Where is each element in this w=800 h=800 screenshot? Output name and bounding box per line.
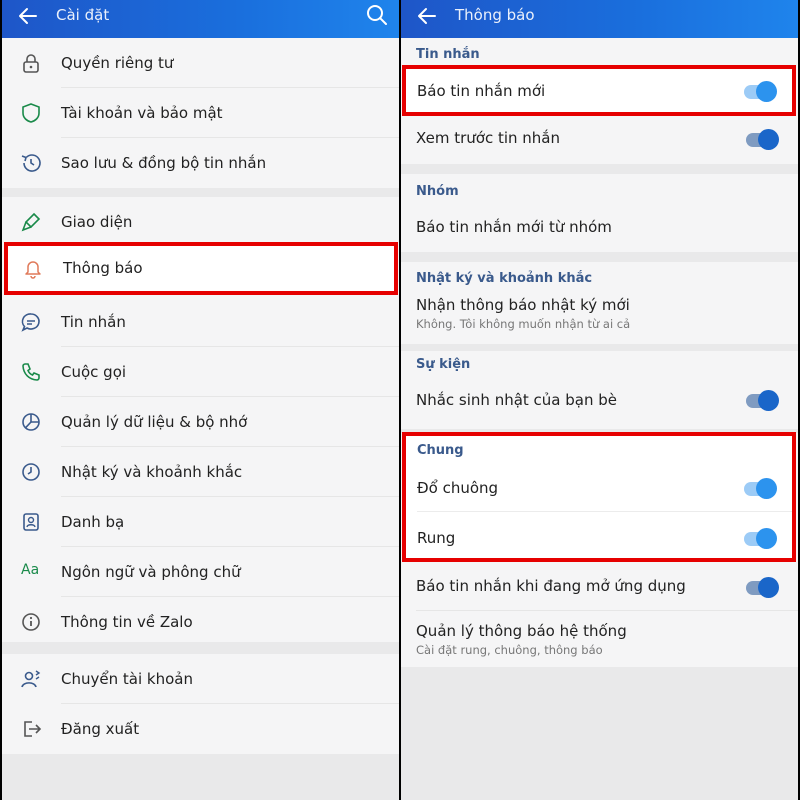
app-bar: Thông báo — [401, 0, 798, 38]
shield-icon — [22, 103, 40, 123]
settings-screen: Cài đặt Quyền riêng tư Tài khoản và bảo … — [2, 0, 399, 800]
setting-label: Báo tin nhắn mới — [417, 82, 546, 100]
setting-diary-notifications[interactable]: Nhận thông báo nhật ký mới Không. Tôi kh… — [401, 290, 798, 342]
settings-item-switch-account[interactable]: Chuyển tài khoản — [2, 654, 399, 704]
settings-item-label: Thông tin về Zalo — [61, 613, 193, 631]
setting-in-app-notify[interactable]: Báo tin nhắn khi đang mở ứng dụng — [401, 563, 798, 611]
setting-label: Rung — [417, 529, 456, 547]
search-icon[interactable] — [365, 2, 389, 28]
phone-icon — [22, 363, 40, 381]
settings-item-label: Đăng xuất — [61, 720, 140, 738]
page-title: Thông báo — [455, 6, 535, 24]
setting-sublabel: Không. Tôi không muốn nhận từ ai cả — [416, 317, 631, 331]
logout-icon — [24, 721, 42, 737]
pie-chart-icon — [22, 413, 40, 431]
history-icon — [21, 154, 41, 172]
paintbrush-icon — [21, 212, 41, 232]
settings-group-session: Chuyển tài khoản Đăng xuất — [2, 654, 399, 754]
section-header: Nhóm — [416, 184, 459, 199]
section-diary: Nhật ký và khoảnh khắc Nhận thông báo nh… — [401, 262, 798, 344]
vibrate-toggle[interactable] — [742, 527, 778, 549]
new-message-toggle[interactable] — [742, 80, 778, 102]
ring-toggle[interactable] — [742, 477, 778, 499]
section-header: Nhật ký và khoảnh khắc — [416, 271, 593, 286]
setting-label: Xem trước tin nhắn — [416, 129, 560, 147]
in-app-toggle[interactable] — [744, 576, 780, 598]
setting-new-message[interactable]: Báo tin nhắn mới — [402, 65, 796, 116]
settings-item-label: Cuộc gọi — [61, 363, 127, 381]
setting-sublabel: Cài đặt rung, chuông, thông báo — [416, 643, 603, 657]
settings-item-diary[interactable]: Nhật ký và khoảnh khắc — [2, 447, 399, 497]
section-header: Sự kiện — [416, 357, 471, 372]
general-highlight-box: Chung Đổ chuông Rung — [402, 432, 796, 562]
settings-item-label: Danh bạ — [61, 513, 125, 531]
section-events: Sự kiện Nhắc sinh nhật của bạn bè — [401, 351, 798, 429]
settings-item-account-security[interactable]: Tài khoản và bảo mật — [2, 88, 399, 138]
settings-item-language[interactable]: Aa Ngôn ngữ và phông chữ — [2, 547, 399, 597]
settings-item-logout[interactable]: Đăng xuất — [2, 704, 399, 754]
settings-item-label: Quyền riêng tư — [61, 54, 174, 72]
settings-item-label: Giao diện — [61, 213, 133, 231]
settings-item-label: Quản lý dữ liệu & bộ nhớ — [61, 413, 248, 431]
settings-group-account: Quyền riêng tư Tài khoản và bảo mật Sao … — [2, 38, 399, 188]
settings-item-contacts[interactable]: Danh bạ — [2, 497, 399, 547]
switch-account-icon — [21, 670, 41, 688]
font-icon: Aa — [21, 562, 40, 578]
page-title: Cài đặt — [56, 6, 110, 24]
settings-item-label: Chuyển tài khoản — [61, 670, 193, 688]
setting-message-preview[interactable]: Xem trước tin nhắn — [401, 115, 798, 163]
settings-item-label: Ngôn ngữ và phông chữ — [61, 563, 241, 581]
settings-item-messages[interactable]: Tin nhắn — [2, 297, 399, 347]
settings-item-label: Sao lưu & đồng bộ tin nhắn — [61, 154, 267, 172]
settings-item-calls[interactable]: Cuộc gọi — [2, 347, 399, 397]
chat-icon — [21, 313, 40, 332]
setting-system-notifications[interactable]: Quản lý thông báo hệ thống Cài đặt rung,… — [401, 613, 798, 667]
setting-birthday-reminder[interactable]: Nhắc sinh nhật của bạn bè — [401, 377, 798, 427]
lock-icon — [23, 54, 39, 73]
section-groups: Nhóm Báo tin nhắn mới từ nhóm — [401, 174, 798, 252]
setting-label: Nhận thông báo nhật ký mới — [416, 296, 630, 314]
settings-item-label: Thông báo — [63, 259, 143, 277]
notifications-screen: Thông báo Tin nhắn Xem trước tin nhắn Nh… — [401, 0, 798, 800]
bell-icon — [25, 261, 41, 279]
setting-ring[interactable]: Đổ chuông — [406, 464, 792, 512]
settings-item-appearance[interactable]: Giao diện — [2, 197, 399, 247]
settings-item-label: Tin nhắn — [61, 313, 126, 331]
setting-label: Báo tin nhắn mới từ nhóm — [416, 218, 612, 236]
section-header: Chung — [417, 443, 464, 458]
settings-item-notifications[interactable]: Thông báo — [4, 242, 398, 295]
setting-vibrate[interactable]: Rung — [406, 512, 792, 560]
info-icon — [22, 613, 40, 631]
preview-toggle[interactable] — [744, 128, 780, 150]
setting-label: Báo tin nhắn khi đang mở ứng dụng — [416, 577, 686, 595]
settings-item-label: Nhật ký và khoảnh khắc — [61, 463, 243, 481]
section-header: Tin nhắn — [416, 47, 480, 62]
back-arrow-icon[interactable] — [16, 2, 40, 30]
setting-label: Quản lý thông báo hệ thống — [416, 622, 627, 640]
settings-item-data-storage[interactable]: Quản lý dữ liệu & bộ nhớ — [2, 397, 399, 447]
clock-icon — [22, 463, 40, 481]
setting-label: Đổ chuông — [417, 479, 499, 497]
birthday-toggle[interactable] — [744, 389, 780, 411]
app-bar: Cài đặt — [2, 0, 399, 38]
setting-group-messages[interactable]: Báo tin nhắn mới từ nhóm — [401, 204, 798, 250]
settings-item-privacy[interactable]: Quyền riêng tư — [2, 38, 399, 88]
contacts-icon — [23, 513, 39, 531]
back-arrow-icon[interactable] — [415, 2, 439, 30]
setting-label: Nhắc sinh nhật của bạn bè — [416, 391, 618, 409]
settings-item-backup[interactable]: Sao lưu & đồng bộ tin nhắn — [2, 138, 399, 188]
settings-item-label: Tài khoản và bảo mật — [61, 104, 223, 122]
settings-item-about[interactable]: Thông tin về Zalo — [2, 597, 399, 647]
